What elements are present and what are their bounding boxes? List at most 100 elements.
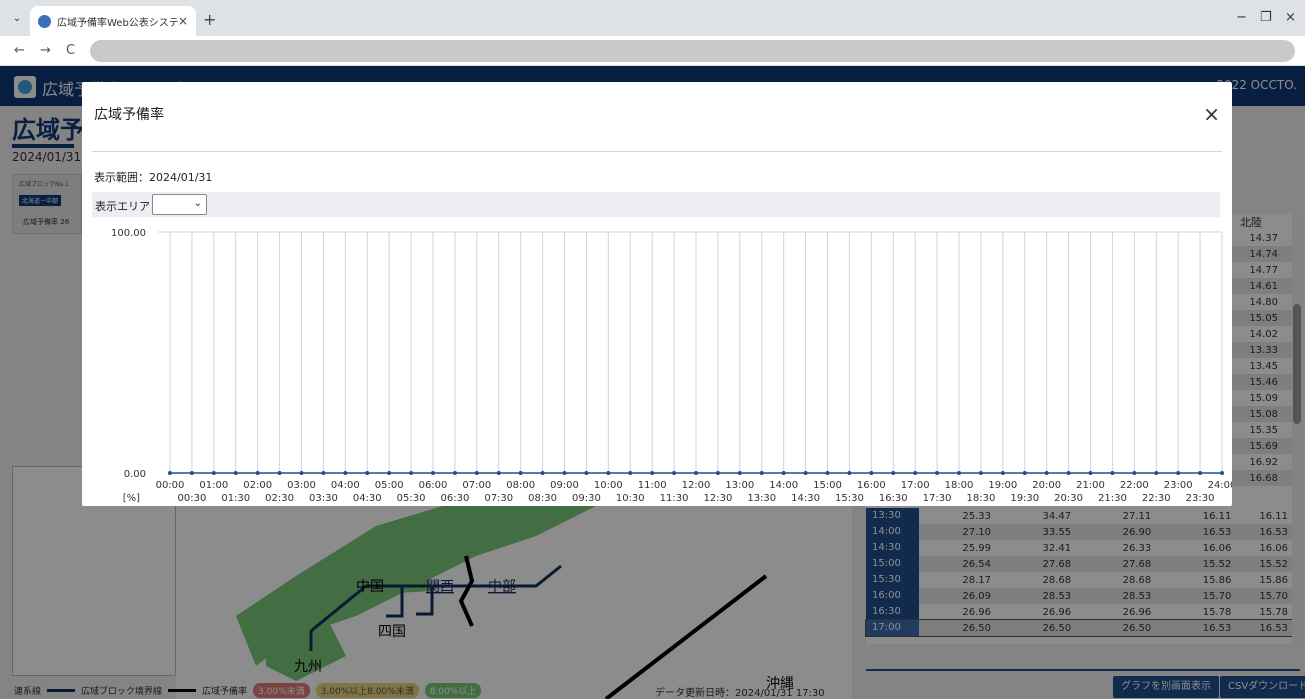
x-tick-label: 16:00	[857, 480, 886, 491]
data-point	[1198, 471, 1203, 475]
data-point	[803, 471, 808, 475]
area-select[interactable]: ⌄	[152, 194, 207, 215]
data-point	[825, 471, 830, 475]
x-tick-label: 21:30	[1098, 493, 1127, 504]
data-point	[277, 471, 282, 475]
data-point	[650, 471, 655, 475]
x-tick-label: 04:30	[353, 493, 382, 504]
data-point	[255, 471, 260, 475]
data-point	[562, 471, 567, 475]
area-selector-bar: 表示エリア： ⌄	[92, 192, 1220, 217]
x-tick-label: 00:00	[156, 480, 185, 491]
data-point	[715, 471, 720, 475]
site-favicon-icon	[38, 14, 51, 28]
data-point	[978, 471, 983, 475]
modal-divider	[92, 151, 1222, 152]
x-tick-label: 18:30	[967, 493, 996, 504]
browser-toolbar: ← → C	[0, 36, 1305, 66]
x-tick-label: 22:00	[1120, 480, 1149, 491]
x-tick-label: 20:30	[1054, 493, 1083, 504]
x-tick-label: 08:00	[506, 480, 535, 491]
data-point	[518, 471, 523, 475]
data-point	[694, 471, 698, 475]
data-point	[452, 471, 457, 475]
x-tick-label: 11:30	[660, 493, 689, 504]
x-tick-label: 19:00	[988, 480, 1017, 491]
x-tick-label: 04:00	[331, 480, 360, 491]
data-point	[759, 471, 764, 475]
y-tick-label: 100.00	[111, 228, 146, 239]
data-point	[781, 471, 786, 475]
data-point	[211, 471, 216, 475]
modal-title: 広域予備率	[94, 107, 164, 123]
tab-title: 広域予備率Web公表システム	[57, 17, 178, 29]
y-tick-label: 0.00	[124, 469, 146, 480]
data-point	[321, 471, 326, 475]
x-tick-label: 00:30	[178, 493, 207, 504]
forward-button[interactable]: →	[40, 43, 51, 58]
tab-list-dropdown-icon[interactable]: ⌄	[8, 10, 26, 28]
data-point	[737, 471, 742, 475]
x-tick-label: 18:00	[945, 480, 974, 491]
y-unit-label: [%]	[123, 493, 140, 504]
data-point	[1132, 471, 1137, 475]
data-point	[606, 471, 611, 475]
x-tick-label: 02:30	[265, 493, 294, 504]
data-point	[387, 471, 392, 475]
new-tab-button[interactable]: +	[203, 10, 216, 29]
x-tick-label: 05:00	[375, 480, 404, 491]
rate-chart: 100.00 0.00 [%] 00:00 01:00 02:00 03:00 04:00 05…	[111, 228, 1232, 504]
data-point	[496, 471, 501, 475]
data-point	[1044, 471, 1049, 475]
minimize-button[interactable]: −	[1236, 10, 1247, 25]
x-tick-label: 09:30	[572, 493, 601, 504]
x-tick-label: 14:00	[769, 480, 798, 491]
x-tick-label: 10:00	[594, 480, 623, 491]
x-tick-label: 15:30	[835, 493, 864, 504]
reload-button[interactable]: C	[66, 43, 75, 58]
data-point	[431, 471, 435, 475]
browser-tab[interactable]: 広域予備率Web公表システム ×	[30, 6, 196, 36]
data-point	[343, 471, 348, 475]
maximize-button[interactable]: ❐	[1260, 10, 1272, 25]
x-tick-label: 06:00	[419, 480, 448, 491]
browser-tab-bar: ⌄ 広域予備率Web公表システム × + − ❐ ×	[0, 0, 1305, 36]
data-point	[233, 471, 238, 475]
tab-close-icon[interactable]: ×	[178, 14, 188, 28]
x-tick-label: 09:00	[550, 480, 579, 491]
modal-close-icon[interactable]: ×	[1203, 102, 1220, 126]
data-point	[672, 471, 677, 475]
window-close-button[interactable]: ×	[1285, 10, 1296, 25]
x-tick-label: 05:30	[397, 493, 426, 504]
data-point	[409, 471, 414, 475]
x-tick-label: 01:00	[199, 480, 228, 491]
back-button[interactable]: ←	[14, 43, 25, 58]
x-tick-label: 07:00	[462, 480, 491, 491]
x-tick-label: 12:00	[682, 480, 711, 491]
x-tick-label: 20:00	[1032, 480, 1061, 491]
data-point	[584, 471, 589, 475]
data-point	[474, 471, 479, 475]
data-point	[1110, 471, 1115, 475]
x-tick-label: 23:00	[1164, 480, 1193, 491]
x-tick-label: 16:30	[879, 493, 908, 504]
x-tick-label: 12:30	[704, 493, 733, 504]
data-point	[189, 471, 194, 475]
data-point	[168, 471, 172, 475]
x-tick-label: 10:30	[616, 493, 645, 504]
data-point	[1220, 471, 1224, 475]
x-tick-label: 06:30	[441, 493, 470, 504]
address-bar[interactable]	[90, 40, 1295, 62]
data-point	[1066, 471, 1071, 475]
data-point	[1154, 471, 1159, 475]
data-point	[540, 471, 545, 475]
x-tick-label: 24:00	[1208, 480, 1232, 491]
data-point	[1000, 471, 1005, 475]
x-tick-label: 14:30	[791, 493, 820, 504]
data-point	[957, 471, 961, 475]
display-range: 表示範囲：2024/01/31	[94, 171, 213, 184]
x-tick-label: 11:00	[638, 480, 667, 491]
x-tick-label: 15:00	[813, 480, 842, 491]
x-tick-label: 08:30	[528, 493, 557, 504]
x-tick-label: 19:30	[1010, 493, 1039, 504]
